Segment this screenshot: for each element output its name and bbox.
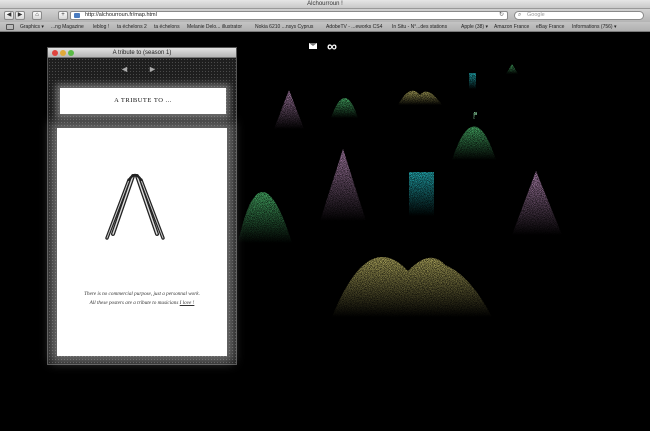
panel-body: ◄ ► A TRIBUTE TO ... There is no commerc… — [48, 58, 236, 364]
bookmark-item[interactable]: ta échelons — [154, 22, 180, 31]
window-title: Alchourroun ! — [307, 1, 343, 7]
toolbar: ◀ ▶ ⌂ + http://alchourroun.fr/map.html ↻… — [0, 9, 650, 22]
url-field[interactable]: http://alchourroun.fr/map.html ↻ — [70, 11, 508, 20]
bookmark-item[interactable]: Graphics ▾ — [20, 22, 44, 31]
mail-icon[interactable] — [309, 43, 317, 49]
favicon-icon — [74, 13, 80, 18]
bookmark-item[interactable]: Apple (38) ▾ — [461, 22, 488, 31]
pink-peak-right[interactable] — [512, 171, 562, 235]
poster-card[interactable]: There is no commercial purpose, just a p… — [57, 128, 227, 356]
page-content: ∞ A tribute to (season 1) ◄ ► A TRIBUTE … — [0, 33, 650, 431]
bookmark-item[interactable]: Nokia 6210 ...nsys Cyprus — [255, 22, 313, 31]
green-peak-tiny[interactable] — [506, 64, 518, 74]
green-hill-small[interactable] — [331, 98, 358, 118]
i-love-link[interactable]: I love ! — [180, 300, 195, 306]
bookmark-item[interactable]: Amazon France — [494, 22, 529, 31]
browser-window: Alchourroun ! ◀ ▶ ⌂ + http://alchourroun… — [0, 0, 650, 431]
bookmark-item[interactable]: Melanie Delo... illustrator — [187, 22, 242, 31]
title-bar: Alchourroun ! — [0, 0, 650, 9]
pink-peak-center[interactable] — [320, 149, 366, 221]
cyan-block-large[interactable] — [409, 172, 434, 216]
poster-note: There is no commercial purpose, just a p… — [63, 290, 221, 308]
search-field[interactable]: ⌕ Google — [514, 11, 644, 20]
pink-peak-left[interactable] — [274, 90, 304, 129]
bookmarks-book-icon[interactable] — [6, 24, 14, 30]
back-arrow-icon[interactable]: ◀ — [4, 11, 14, 20]
tribute-panel-window: A tribute to (season 1) ◄ ► A TRIBUTE TO… — [47, 47, 237, 365]
note-line-1: There is no commercial purpose, just a p… — [84, 291, 200, 297]
yellow-hill-large[interactable] — [332, 256, 492, 317]
bookmark-item[interactable]: leblog ! — [93, 22, 109, 31]
bookmark-item[interactable]: ta échelons 2 — [117, 22, 147, 31]
panel-title-bar[interactable]: A tribute to (season 1) — [48, 48, 236, 58]
add-bookmark-icon[interactable]: + — [58, 11, 68, 20]
panel-title: A tribute to (season 1) — [112, 50, 172, 56]
next-arrow-icon[interactable]: ► — [148, 64, 157, 74]
bookmark-item[interactable]: Informations (756) ▾ — [572, 22, 616, 31]
reload-icon[interactable]: ↻ — [499, 12, 504, 19]
cyan-block-small[interactable] — [469, 73, 476, 89]
yellow-hill-small[interactable] — [398, 90, 442, 105]
prev-arrow-icon[interactable]: ◄ — [120, 64, 129, 74]
url-text: http://alchourroun.fr/map.html — [85, 12, 157, 18]
search-placeholder: Google — [527, 12, 545, 18]
bookmark-item[interactable]: eBay France — [536, 22, 564, 31]
forward-arrow-icon[interactable]: ▶ — [15, 11, 25, 20]
home-icon[interactable]: ⌂ — [32, 11, 42, 20]
flag-icon — [474, 112, 477, 115]
bookmark-item[interactable]: ...ng Magazine — [51, 22, 84, 31]
bookmark-item[interactable]: In Situ - N°...des stations — [392, 22, 447, 31]
infinity-icon[interactable]: ∞ — [327, 38, 337, 54]
green-hill-large[interactable] — [238, 192, 292, 243]
bookmark-item[interactable]: AdobeTV - ...eworks CS4 — [326, 22, 382, 31]
note-line-2: All these posters are a tribute to music… — [89, 300, 179, 306]
tuning-fork-illustration — [105, 173, 165, 240]
search-icon: ⌕ — [518, 12, 522, 18]
green-hill-flag[interactable] — [452, 126, 496, 161]
bookmarks-bar: Graphics ▾ ...ng Magazine leblog ! ta éc… — [0, 22, 650, 32]
tribute-banner: A TRIBUTE TO ... — [60, 88, 226, 114]
